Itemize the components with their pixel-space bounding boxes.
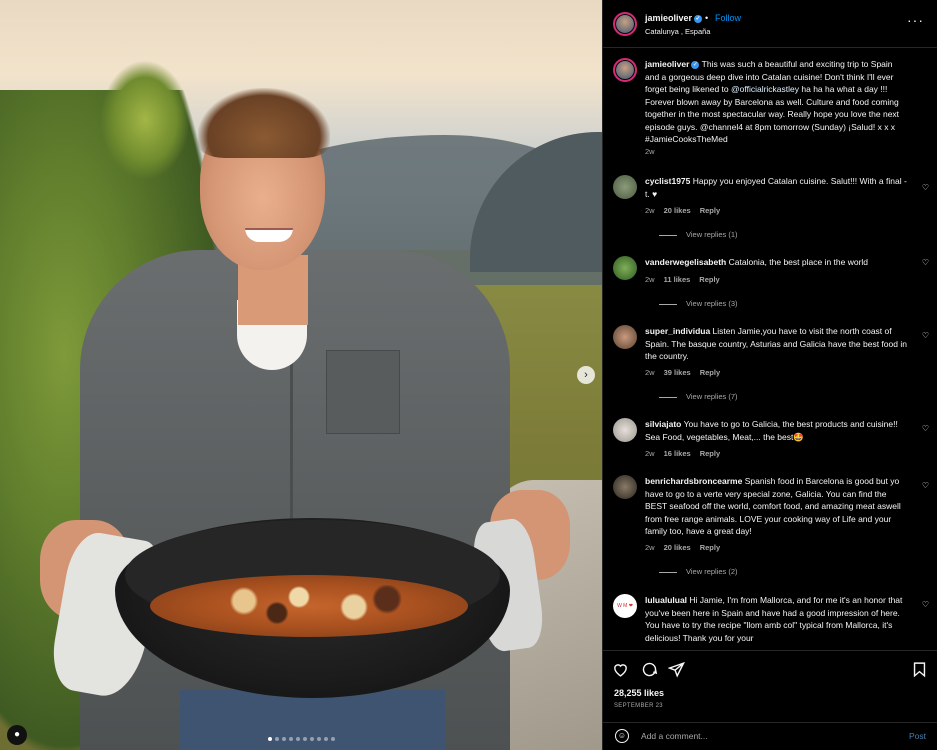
comment-meta: 2w 20 likes Reply: [645, 543, 721, 552]
author-username[interactable]: jamieoliver ✓: [645, 13, 703, 23]
carousel-dot[interactable]: [275, 737, 279, 741]
carousel-dot[interactable]: [282, 737, 286, 741]
commenter-username[interactable]: cyclist1975: [645, 176, 690, 186]
heart-icon[interactable]: ♡: [922, 183, 929, 192]
reply-button[interactable]: Reply: [700, 449, 720, 458]
carousel-dot[interactable]: [303, 737, 307, 741]
person-smile: [245, 228, 293, 242]
view-replies-button[interactable]: View replies (1): [659, 230, 738, 239]
reply-button[interactable]: Reply: [700, 543, 720, 552]
commenter-username[interactable]: vanderwegelisabeth: [645, 257, 726, 267]
comment-text: lulualulual Hi Jamie, I'm from Mallorca,…: [645, 595, 903, 643]
commenter-avatar[interactable]: W M ❤: [613, 594, 637, 618]
comment-icon[interactable]: [640, 661, 658, 679]
carousel-dot[interactable]: [268, 737, 272, 741]
comment-text: vanderwegelisabeth Catalonia, the best p…: [645, 257, 869, 267]
shirt-pocket: [326, 350, 400, 434]
commenter-username[interactable]: benrichardsbroncearme: [645, 476, 742, 486]
comment-meta: 2w 11 likes Reply: [645, 275, 720, 284]
person-hair: [198, 88, 330, 158]
comment-text: benrichardsbroncearme Spanish food in Ba…: [645, 476, 901, 536]
comment-likes[interactable]: 16 likes: [664, 449, 691, 458]
heart-icon[interactable]: ♡: [922, 600, 929, 609]
reply-button[interactable]: Reply: [700, 206, 720, 215]
comment-meta: 2w 39 likes Reply: [645, 368, 721, 377]
emoji-icon[interactable]: ☺: [615, 729, 629, 743]
post-actions: 28,255 likes SEPTEMBER 23: [603, 650, 937, 725]
instagram-post-modal: › ● jamieoliver ✓ • Follow Catalunya , Es…: [0, 0, 937, 750]
comment-meta: 2w 20 likes Reply: [645, 206, 721, 215]
stew-ingredients: [200, 585, 420, 625]
carousel-dot[interactable]: [289, 737, 293, 741]
post-media[interactable]: › ●: [0, 0, 602, 750]
comment-text: silviajato You have to go to Galicia, th…: [645, 419, 898, 442]
comment-likes[interactable]: 11 likes: [664, 275, 691, 284]
caption-avatar[interactable]: [613, 58, 637, 82]
heart-icon[interactable]: ♡: [922, 331, 929, 340]
caption-meta: 2w: [645, 147, 655, 156]
carousel-dots: [268, 737, 335, 741]
heart-icon[interactable]: [611, 661, 629, 679]
follow-button[interactable]: Follow: [715, 13, 741, 23]
post-comment-button[interactable]: Post: [909, 731, 926, 741]
carousel-next-button[interactable]: ›: [577, 366, 595, 384]
caption-username[interactable]: jamieoliver: [645, 59, 689, 69]
comment-likes[interactable]: 39 likes: [664, 368, 691, 377]
view-replies-button[interactable]: View replies (2): [659, 567, 738, 576]
comment-text: cyclist1975 Happy you enjoyed Catalan cu…: [645, 176, 907, 199]
post-header: jamieoliver ✓ • Follow Catalunya , España…: [603, 0, 937, 48]
likes-count[interactable]: 28,255 likes: [614, 688, 664, 698]
commenter-avatar[interactable]: [613, 418, 637, 442]
bookmark-icon[interactable]: [910, 661, 928, 679]
post-date: SEPTEMBER 23: [614, 703, 663, 709]
commenter-avatar[interactable]: [613, 256, 637, 280]
tagged-user-icon[interactable]: ●: [7, 725, 27, 745]
carousel-dot[interactable]: [331, 737, 335, 741]
commenter-avatar[interactable]: [613, 475, 637, 499]
carousel-dot[interactable]: [317, 737, 321, 741]
commenter-avatar[interactable]: [613, 175, 637, 199]
view-replies-button[interactable]: View replies (3): [659, 299, 738, 308]
reply-button[interactable]: Reply: [700, 368, 720, 377]
commenter-username[interactable]: silviajato: [645, 419, 681, 429]
add-comment-input[interactable]: [641, 729, 881, 743]
paper-plane-icon[interactable]: [666, 661, 685, 679]
verified-badge-icon: ✓: [694, 14, 703, 23]
carousel-dot[interactable]: [296, 737, 300, 741]
post-location[interactable]: Catalunya , España: [645, 27, 710, 36]
add-comment-bar: ☺ Post: [603, 722, 937, 750]
comment-likes[interactable]: 20 likes: [664, 543, 691, 552]
comment-likes[interactable]: 20 likes: [664, 206, 691, 215]
bush-top: [100, 60, 190, 180]
author-avatar[interactable]: [613, 12, 637, 36]
mention-link[interactable]: @officialrickastley: [731, 84, 799, 94]
commenter-username[interactable]: lulualulual: [645, 595, 687, 605]
commenter-username[interactable]: super_individua: [645, 326, 710, 336]
comment-text: super_individua Listen Jamie,you have to…: [645, 326, 907, 361]
header-separator: •: [705, 13, 709, 23]
comments-list[interactable]: jamieoliver ✓ This was such a beautiful a…: [603, 48, 937, 650]
heart-icon[interactable]: ♡: [922, 258, 929, 267]
heart-icon[interactable]: ♡: [922, 481, 929, 490]
carousel-dot[interactable]: [310, 737, 314, 741]
heart-icon[interactable]: ♡: [922, 424, 929, 433]
comment-meta: 2w 16 likes Reply: [645, 449, 721, 458]
more-horizontal-icon[interactable]: ···: [907, 12, 924, 28]
caption-text: jamieoliver ✓ This was such a beautiful a…: [645, 59, 900, 144]
view-replies-button[interactable]: View replies (7): [659, 392, 738, 401]
reply-button[interactable]: Reply: [699, 275, 719, 284]
carousel-dot[interactable]: [324, 737, 328, 741]
person-jeans: [180, 690, 445, 750]
post-sidebar: jamieoliver ✓ • Follow Catalunya , España…: [602, 0, 937, 750]
commenter-avatar[interactable]: [613, 325, 637, 349]
